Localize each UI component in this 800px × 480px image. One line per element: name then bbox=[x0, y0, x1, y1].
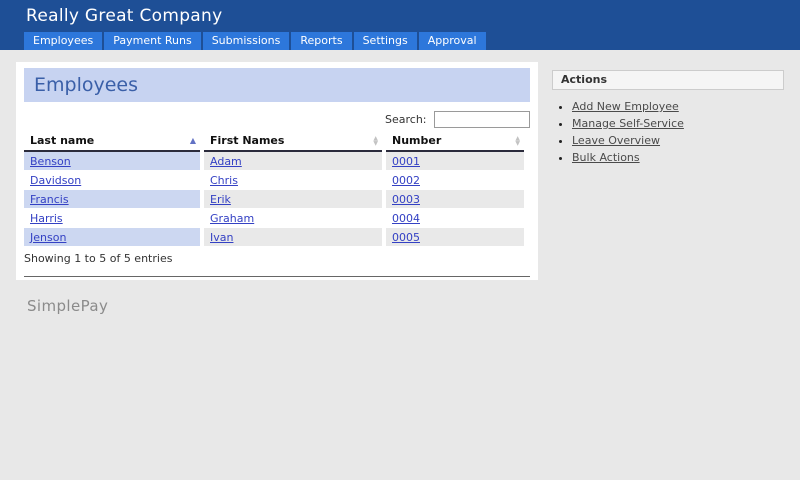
column-header-number[interactable]: Number ▲▼ bbox=[384, 132, 524, 151]
actions-list: Add New Employee Manage Self-Service Lea… bbox=[552, 100, 784, 164]
employee-first-names-link[interactable]: Erik bbox=[210, 193, 231, 206]
actions-header: Actions bbox=[552, 70, 784, 90]
nav-tab-reports[interactable]: Reports bbox=[291, 32, 351, 50]
list-item: Leave Overview bbox=[572, 134, 784, 147]
bulk-actions-link[interactable]: Bulk Actions bbox=[572, 151, 640, 164]
column-label: First Names bbox=[210, 134, 284, 147]
employee-first-names-link[interactable]: Ivan bbox=[210, 231, 233, 244]
simplepay-logo: SimplePay bbox=[27, 297, 108, 315]
sort-ascending-icon[interactable]: ▲ bbox=[190, 137, 196, 145]
sort-icon[interactable]: ▲▼ bbox=[373, 136, 378, 146]
employee-row: Francis Erik 0003 bbox=[24, 190, 524, 209]
app-header: Really Great Company Employees Payment R… bbox=[0, 0, 800, 50]
page-title-banner: Employees bbox=[24, 68, 530, 102]
page-title: Employees bbox=[24, 74, 138, 96]
employee-number-link[interactable]: 0002 bbox=[392, 174, 420, 187]
divider bbox=[24, 276, 530, 277]
employee-last-name-link[interactable]: Harris bbox=[30, 212, 63, 225]
leave-overview-link[interactable]: Leave Overview bbox=[572, 134, 660, 147]
search-input[interactable] bbox=[434, 111, 530, 128]
employee-first-names-link[interactable]: Adam bbox=[210, 155, 242, 168]
employee-number-link[interactable]: 0001 bbox=[392, 155, 420, 168]
list-item: Manage Self-Service bbox=[572, 117, 784, 130]
company-title: Really Great Company bbox=[26, 6, 222, 26]
employee-number-link[interactable]: 0003 bbox=[392, 193, 420, 206]
employee-last-name-link[interactable]: Francis bbox=[30, 193, 69, 206]
employee-row: Davidson Chris 0002 bbox=[24, 171, 524, 190]
column-label: Number bbox=[392, 134, 441, 147]
main-nav: Employees Payment Runs Submissions Repor… bbox=[24, 32, 486, 50]
table-info: Showing 1 to 5 of 5 entries bbox=[24, 252, 530, 265]
nav-tab-payment-runs[interactable]: Payment Runs bbox=[104, 32, 200, 50]
table-header-row: Last name ▲ First Names ▲▼ Number ▲▼ bbox=[24, 132, 524, 151]
search-label: Search: bbox=[385, 113, 427, 126]
employee-row: Jenson Ivan 0005 bbox=[24, 228, 524, 247]
employee-number-link[interactable]: 0005 bbox=[392, 231, 420, 244]
employee-first-names-link[interactable]: Graham bbox=[210, 212, 254, 225]
employee-last-name-link[interactable]: Davidson bbox=[30, 174, 81, 187]
employee-first-names-link[interactable]: Chris bbox=[210, 174, 238, 187]
nav-tab-approval[interactable]: Approval bbox=[419, 32, 486, 50]
employee-last-name-link[interactable]: Jenson bbox=[30, 231, 66, 244]
employee-row: Harris Graham 0004 bbox=[24, 209, 524, 228]
column-header-last-name[interactable]: Last name ▲ bbox=[24, 132, 202, 151]
nav-tab-employees[interactable]: Employees bbox=[24, 32, 102, 50]
employees-panel: Employees Search: Last name ▲ First Name… bbox=[16, 62, 538, 280]
column-label: Last name bbox=[30, 134, 94, 147]
search-row: Search: bbox=[24, 111, 530, 128]
employee-number-link[interactable]: 0004 bbox=[392, 212, 420, 225]
sort-icon[interactable]: ▲▼ bbox=[515, 136, 520, 146]
employee-last-name-link[interactable]: Benson bbox=[30, 155, 71, 168]
employees-table: Last name ▲ First Names ▲▼ Number ▲▼ bbox=[24, 132, 524, 247]
list-item: Bulk Actions bbox=[572, 151, 784, 164]
add-new-employee-link[interactable]: Add New Employee bbox=[572, 100, 679, 113]
manage-self-service-link[interactable]: Manage Self-Service bbox=[572, 117, 684, 130]
list-item: Add New Employee bbox=[572, 100, 784, 113]
nav-tab-submissions[interactable]: Submissions bbox=[203, 32, 290, 50]
column-header-first-names[interactable]: First Names ▲▼ bbox=[202, 132, 384, 151]
actions-sidebar: Actions Add New Employee Manage Self-Ser… bbox=[552, 70, 784, 168]
employee-row: Benson Adam 0001 bbox=[24, 151, 524, 171]
nav-tab-settings[interactable]: Settings bbox=[354, 32, 417, 50]
